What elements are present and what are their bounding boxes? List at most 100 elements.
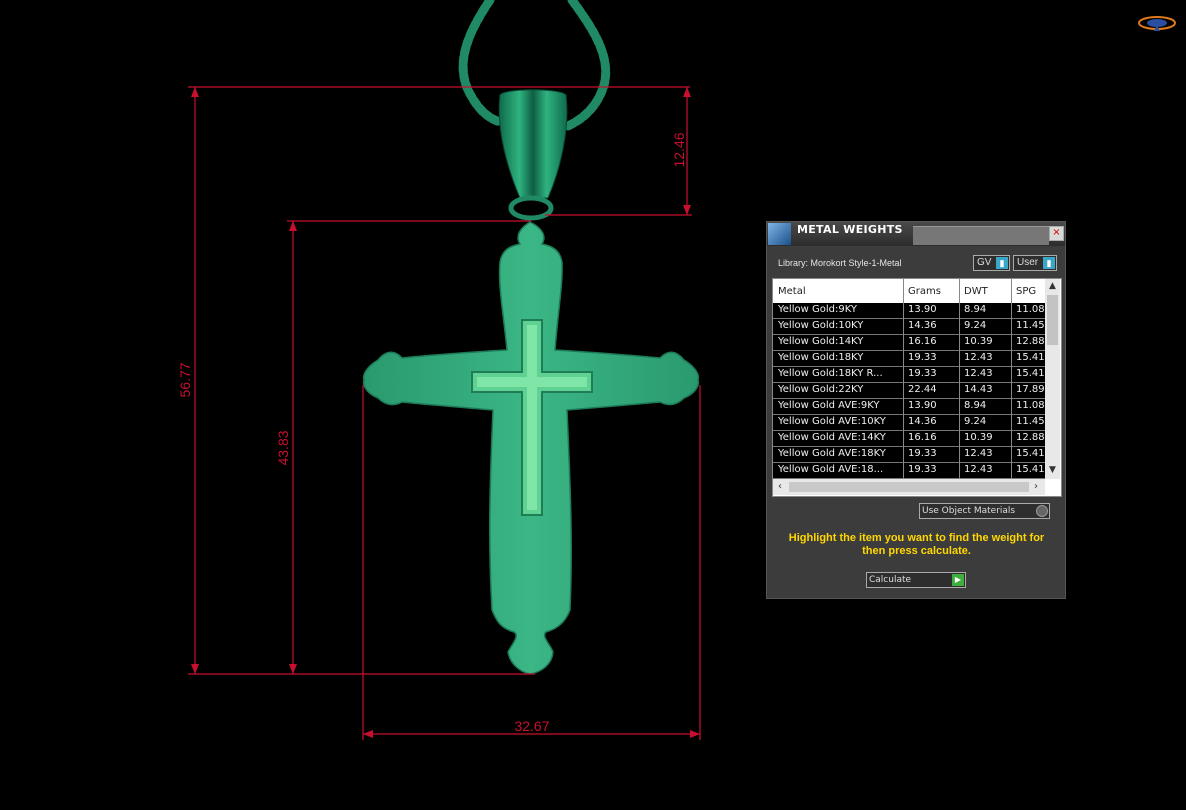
cell-metal: Yellow Gold:14KY — [778, 336, 864, 347]
table-row[interactable]: Yellow Gold:10KY 14.36 9.24 11.45 — [773, 319, 1045, 335]
table-row[interactable]: Yellow Gold AVE:14KY 16.16 10.39 12.88 — [773, 431, 1045, 447]
cell-dwt: 9.24 — [964, 416, 987, 427]
bail — [498, 89, 568, 221]
cell-spg: 11.45 — [1016, 416, 1045, 427]
user-dropdown[interactable]: User ▮ — [1013, 255, 1057, 271]
close-icon[interactable]: × — [1049, 226, 1064, 241]
dropdown-arrow-icon: ▮ — [996, 257, 1008, 269]
gv-dropdown[interactable]: GV ▮ — [973, 255, 1010, 271]
cell-dwt: 12.43 — [964, 368, 993, 379]
panel-header[interactable]: METAL WEIGHTS × — [767, 222, 1065, 246]
table-row[interactable]: Yellow Gold AVE:18... 19.33 12.43 15.41 — [773, 463, 1045, 479]
cell-spg: 15.41 — [1016, 352, 1045, 363]
use-object-materials-button[interactable]: Use Object Materials — [919, 503, 1050, 519]
cell-grams: 22.44 — [908, 384, 937, 395]
dim-overall-height: 56.77 — [177, 362, 193, 397]
cell-spg: 12.88 — [1016, 336, 1045, 347]
header-spg[interactable]: SPG — [1016, 286, 1036, 297]
cell-grams: 19.33 — [908, 368, 937, 379]
horizontal-scrollbar[interactable]: ‹ › — [773, 479, 1045, 495]
cell-metal: Yellow Gold:22KY — [778, 384, 864, 395]
dim-cross-height: 43.83 — [275, 430, 291, 465]
column-divider — [1011, 279, 1012, 479]
scroll-thumb[interactable] — [789, 482, 1029, 492]
cell-grams: 19.33 — [908, 448, 937, 459]
cell-grams: 16.16 — [908, 432, 937, 443]
scroll-right-icon[interactable]: › — [1029, 479, 1043, 495]
cell-spg: 15.41 — [1016, 368, 1045, 379]
vertical-scrollbar[interactable]: ▲ ▼ — [1045, 279, 1060, 479]
calculate-button[interactable]: Calculate ▶ — [866, 572, 966, 588]
panel-logo-icon — [768, 223, 791, 245]
radio-icon — [1036, 505, 1048, 517]
column-divider — [903, 279, 904, 479]
table-header: Metal Grams DWT SPG — [773, 279, 1045, 303]
cell-grams: 16.16 — [908, 336, 937, 347]
gv-dropdown-label: GV — [977, 257, 992, 268]
table-row[interactable]: Yellow Gold AVE:9KY 13.90 8.94 11.08 — [773, 399, 1045, 415]
table-row[interactable]: Yellow Gold:9KY 13.90 8.94 11.08 — [773, 303, 1045, 319]
metal-weights-panel: METAL WEIGHTS × Library: Morokort Style-… — [766, 221, 1066, 599]
scroll-left-icon[interactable]: ‹ — [773, 479, 787, 495]
cell-spg: 11.45 — [1016, 320, 1045, 331]
cell-metal: Yellow Gold AVE:18... — [778, 464, 884, 475]
app-logo-icon — [1138, 16, 1176, 31]
cell-metal: Yellow Gold:18KY R... — [778, 368, 883, 379]
table-row[interactable]: Yellow Gold:18KY 19.33 12.43 15.41 — [773, 351, 1045, 367]
cell-spg: 11.08 — [1016, 304, 1045, 315]
dim-width: 32.67 — [514, 718, 549, 734]
dim-bail-height: 12.46 — [671, 132, 687, 167]
cross-pendant — [362, 221, 700, 675]
metal-table[interactable]: Metal Grams DWT SPG Yellow Gold:9KY 13.90… — [772, 278, 1062, 497]
scroll-thumb[interactable] — [1047, 295, 1058, 345]
calculate-label: Calculate — [869, 575, 912, 585]
header-metal[interactable]: Metal — [778, 286, 806, 297]
cell-dwt: 14.43 — [964, 384, 993, 395]
cell-grams: 13.90 — [908, 400, 937, 411]
cell-dwt: 8.94 — [964, 304, 987, 315]
cell-metal: Yellow Gold AVE:10KY — [778, 416, 886, 427]
cell-grams: 13.90 — [908, 304, 937, 315]
cell-dwt: 10.39 — [964, 432, 993, 443]
cell-spg: 15.41 — [1016, 464, 1045, 475]
dropdown-arrow-icon: ▮ — [1043, 257, 1055, 269]
cell-dwt: 12.43 — [964, 464, 993, 475]
table-body: Yellow Gold:9KY 13.90 8.94 11.08 Yellow Gold… — [773, 303, 1045, 479]
cell-grams: 19.33 — [908, 464, 937, 475]
table-row[interactable]: Yellow Gold:18KY R... 19.33 12.43 15.41 — [773, 367, 1045, 383]
scroll-up-icon[interactable]: ▲ — [1045, 279, 1060, 293]
header-dwt[interactable]: DWT — [964, 286, 988, 297]
cell-metal: Yellow Gold AVE:9KY — [778, 400, 880, 411]
use-object-materials-label: Use Object Materials — [922, 506, 1016, 516]
cell-dwt: 12.43 — [964, 448, 993, 459]
table-row[interactable]: Yellow Gold:22KY 22.44 14.43 17.89 — [773, 383, 1045, 399]
library-label: Library: Morokort Style-1-Metal — [778, 258, 902, 268]
table-row[interactable]: Yellow Gold AVE:18KY 19.33 12.43 15.41 — [773, 447, 1045, 463]
panel-title: METAL WEIGHTS — [797, 223, 903, 236]
scroll-down-icon[interactable]: ▼ — [1045, 463, 1060, 477]
play-icon: ▶ — [952, 574, 964, 586]
cell-spg: 11.08 — [1016, 400, 1045, 411]
cell-spg: 12.88 — [1016, 432, 1045, 443]
header-grams[interactable]: Grams — [908, 286, 941, 297]
cell-metal: Yellow Gold:9KY — [778, 304, 857, 315]
dimension-lines — [188, 86, 701, 740]
column-divider — [959, 279, 960, 479]
cell-dwt: 12.43 — [964, 352, 993, 363]
cell-metal: Yellow Gold:18KY — [778, 352, 864, 363]
hint-text: Highlight the item you want to find the … — [788, 532, 1045, 557]
cell-dwt: 10.39 — [964, 336, 993, 347]
cell-dwt: 9.24 — [964, 320, 987, 331]
table-row[interactable]: Yellow Gold AVE:10KY 14.36 9.24 11.45 — [773, 415, 1045, 431]
cell-spg: 17.89 — [1016, 384, 1045, 395]
cell-metal: Yellow Gold AVE:14KY — [778, 432, 886, 443]
cell-metal: Yellow Gold AVE:18KY — [778, 448, 886, 459]
table-row[interactable]: Yellow Gold:14KY 16.16 10.39 12.88 — [773, 335, 1045, 351]
cell-metal: Yellow Gold:10KY — [778, 320, 864, 331]
user-dropdown-label: User — [1017, 257, 1039, 268]
cell-spg: 15.41 — [1016, 448, 1045, 459]
cell-grams: 19.33 — [908, 352, 937, 363]
panel-header-bar — [913, 226, 1049, 245]
cell-dwt: 8.94 — [964, 400, 987, 411]
cell-grams: 14.36 — [908, 416, 937, 427]
